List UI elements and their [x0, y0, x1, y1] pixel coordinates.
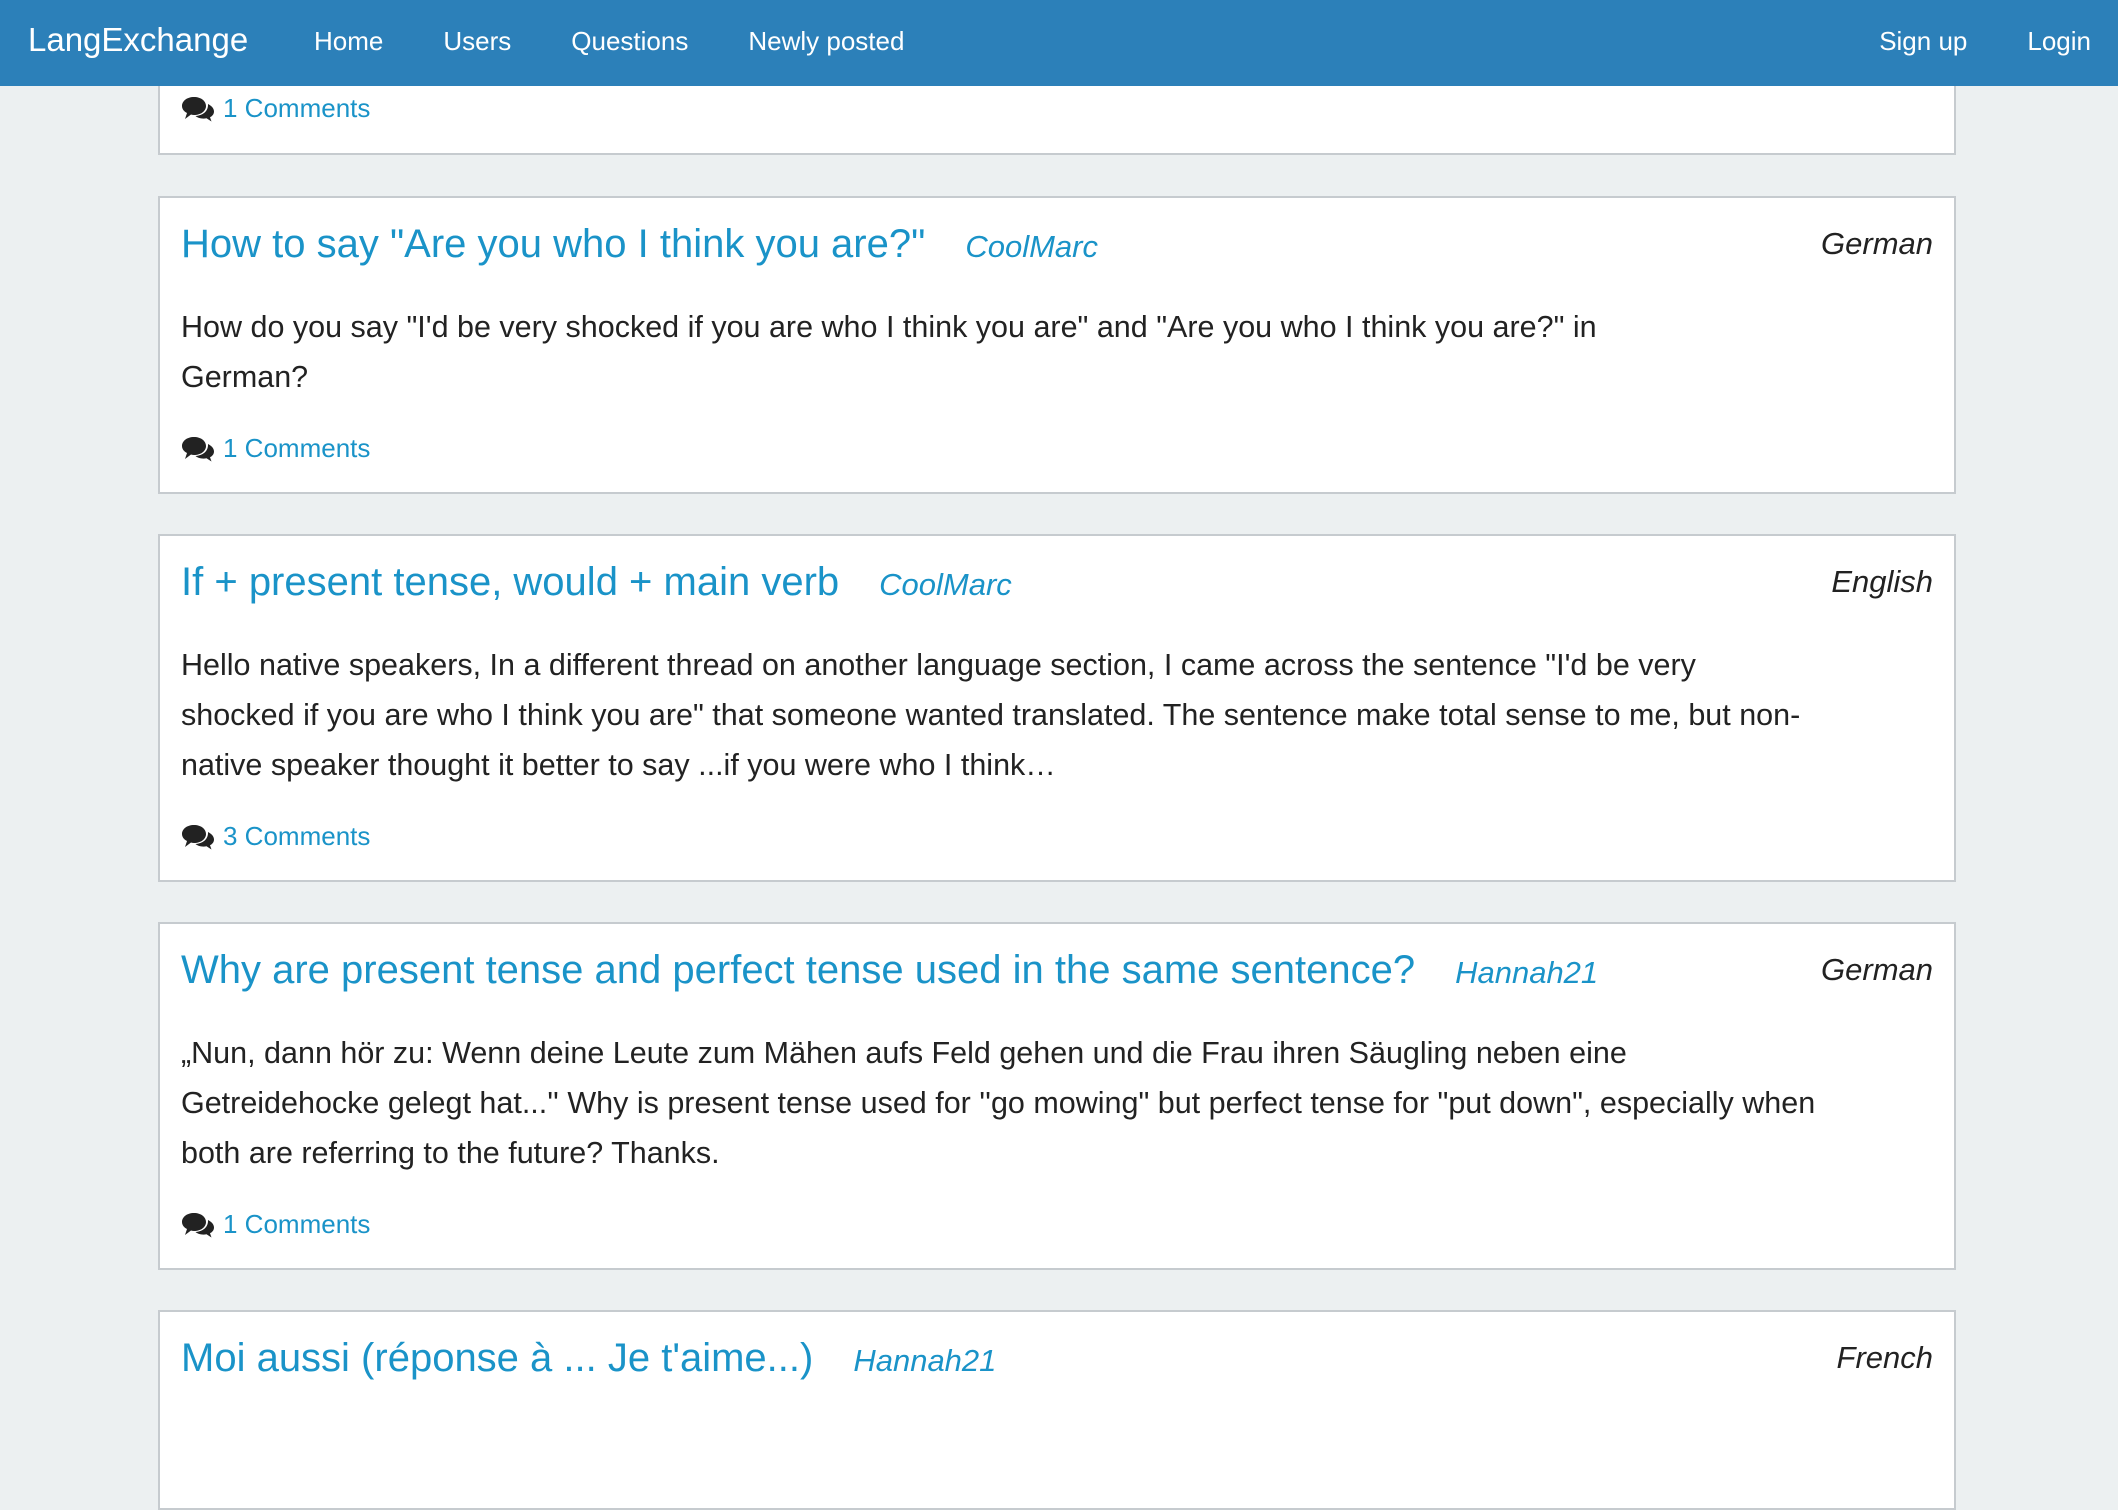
question-title-link[interactable]: Why are present tense and perfect tense …	[181, 948, 1415, 993]
excerpt-line: German?	[181, 360, 309, 394]
brand-logo-link[interactable]: LangExchange	[28, 0, 248, 86]
auth-nav: Sign up Login	[1819, 0, 2091, 86]
comments-link[interactable]: 3 Comments	[181, 821, 370, 852]
excerpt-line: How do you say "I'd be very shocked if y…	[181, 310, 1597, 344]
comments-icon	[182, 96, 214, 121]
excerpt-line: Hello native speakers, In a different th…	[181, 648, 1696, 682]
comments-count: 1 Comments	[223, 93, 371, 123]
question-list: 1 Comments How to say "Are you who I thi…	[0, 0, 2118, 1510]
author-link[interactable]: CoolMarc	[879, 567, 1012, 603]
author-link[interactable]: CoolMarc	[965, 229, 1098, 265]
excerpt-line: Getreidehocke gelegt hat...'' Why is pre…	[181, 1086, 1816, 1120]
excerpt-line: native speaker thought it better to say …	[181, 748, 1056, 782]
login-link[interactable]: Login	[2027, 0, 2091, 86]
comments-count: 3 Comments	[223, 821, 371, 851]
comments-icon	[182, 1212, 214, 1237]
comments-count: 1 Comments	[223, 433, 371, 463]
question-excerpt: „Nun, dann hör zu: Wenn deine Leute zum …	[181, 1028, 1933, 1178]
question-card: Why are present tense and perfect tense …	[158, 922, 1956, 1270]
excerpt-line: shocked if you are who I think you are" …	[181, 698, 1801, 732]
language-label: German	[1821, 226, 1933, 261]
excerpt-line: „Nun, dann hör zu: Wenn deine Leute zum …	[181, 1036, 1627, 1070]
comments-icon	[182, 436, 214, 461]
language-label: German	[1821, 952, 1933, 987]
nav-home[interactable]: Home	[314, 0, 383, 86]
nav-users[interactable]: Users	[443, 0, 511, 86]
nav-questions[interactable]: Questions	[571, 0, 688, 86]
question-card: Moi aussi (réponse à ... Je t'aime...) H…	[158, 1310, 1956, 1510]
main-nav: Home Users Questions Newly posted	[314, 0, 964, 86]
comments-link[interactable]: 1 Comments	[181, 93, 370, 124]
author-link[interactable]: Hannah21	[853, 1343, 996, 1379]
comments-icon	[182, 824, 214, 849]
question-excerpt: Hello native speakers, In a different th…	[181, 640, 1933, 790]
question-title-link[interactable]: How to say "Are you who I think you are?…	[181, 222, 925, 267]
comments-count: 1 Comments	[223, 1209, 371, 1239]
author-link[interactable]: Hannah21	[1455, 955, 1598, 991]
question-excerpt: How do you say "I'd be very shocked if y…	[181, 302, 1933, 402]
question-title-link[interactable]: If + present tense, would + main verb	[181, 560, 839, 605]
top-navbar: LangExchange Home Users Questions Newly …	[0, 0, 2118, 86]
question-title-link[interactable]: Moi aussi (réponse à ... Je t'aime...)	[181, 1336, 813, 1381]
question-card: How to say "Are you who I think you are?…	[158, 196, 1956, 494]
sign-up-link[interactable]: Sign up	[1879, 0, 1967, 86]
question-card: If + present tense, would + main verb Co…	[158, 534, 1956, 882]
language-label: English	[1831, 564, 1933, 599]
nav-newly-posted[interactable]: Newly posted	[748, 0, 904, 86]
excerpt-line: both are referring to the future? Thanks…	[181, 1136, 720, 1170]
comments-link[interactable]: 1 Comments	[181, 433, 370, 464]
comments-link[interactable]: 1 Comments	[181, 1209, 370, 1240]
language-label: French	[1836, 1340, 1933, 1375]
